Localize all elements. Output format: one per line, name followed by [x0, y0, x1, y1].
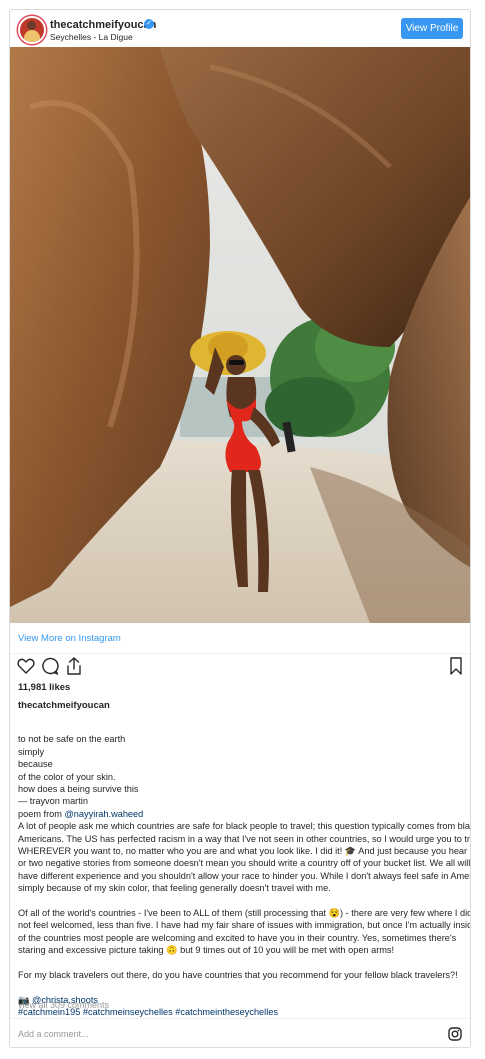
paragraph-line: staring and excessive picture taking 🙃 b…	[18, 945, 395, 956]
view-more-link[interactable]: View More on Instagram	[18, 633, 121, 644]
paragraph-line: A lot of people ask me which countries a…	[18, 821, 471, 832]
comment-icon[interactable]	[40, 656, 60, 676]
paragraph-line: WHEREVER you want to, no matter who you …	[18, 846, 471, 857]
view-more-row: View More on Instagram	[10, 623, 470, 654]
post-image-graphic	[10, 47, 470, 623]
poem-line: — trayvon martin	[18, 796, 88, 807]
poem-line: how does a being survive this	[18, 784, 139, 795]
paragraph-line: Of all of the world's countries - I've b…	[18, 908, 471, 919]
instagram-embed-card: thecatchmeifyoucan ✓ Seychelles - La Dig…	[9, 9, 471, 1048]
comment-input[interactable]	[18, 1027, 418, 1041]
location[interactable]: Seychelles - La Digue	[50, 32, 133, 42]
paragraph-line: or two negative stories from someone doe…	[18, 858, 471, 869]
caption-text: to not be safe on the earth simply becau…	[18, 721, 471, 1019]
share-icon[interactable]	[64, 656, 84, 676]
poem-line: because	[18, 759, 53, 770]
paragraph-line: simply because of my skin color, that fe…	[18, 883, 331, 894]
poem-line: simply	[18, 746, 45, 757]
post-header: thecatchmeifyoucan ✓ Seychelles - La Dig…	[10, 10, 470, 47]
post-image[interactable]	[10, 47, 470, 623]
paragraph-line: have different experience and you should…	[18, 870, 471, 881]
username[interactable]: thecatchmeifyoucan	[50, 19, 156, 31]
like-count[interactable]: 11,981 likes	[18, 682, 70, 693]
bookmark-icon[interactable]	[446, 656, 466, 676]
paragraph-line: not feel welcomed, less than five. I hav…	[18, 920, 471, 931]
view-all-comments-link[interactable]: view all 309 comments	[18, 1000, 109, 1010]
paragraph-line: For my black travelers out there, do you…	[18, 970, 458, 981]
heart-icon[interactable]	[16, 656, 36, 676]
instagram-logo-icon[interactable]	[448, 1027, 462, 1041]
paragraph-line: Americans. The US has perfected racism i…	[18, 833, 471, 844]
comment-bar	[10, 1018, 470, 1047]
avatar[interactable]	[18, 16, 46, 44]
poem-source: poem from @nayyirah.waheed	[18, 808, 464, 820]
paragraph-line: of the countries most people are welcomi…	[18, 932, 457, 943]
verified-badge-icon: ✓	[144, 19, 154, 29]
mention-link[interactable]: @nayyirah.waheed	[64, 809, 143, 819]
caption-username[interactable]: thecatchmeifyoucan	[18, 700, 110, 711]
poem-line: of the color of your skin.	[18, 771, 116, 782]
action-bar	[10, 656, 470, 682]
poem-source-prefix: poem from	[18, 808, 65, 819]
poem-line: to not be safe on the earth	[18, 734, 126, 745]
view-profile-button[interactable]: View Profile	[401, 18, 463, 39]
